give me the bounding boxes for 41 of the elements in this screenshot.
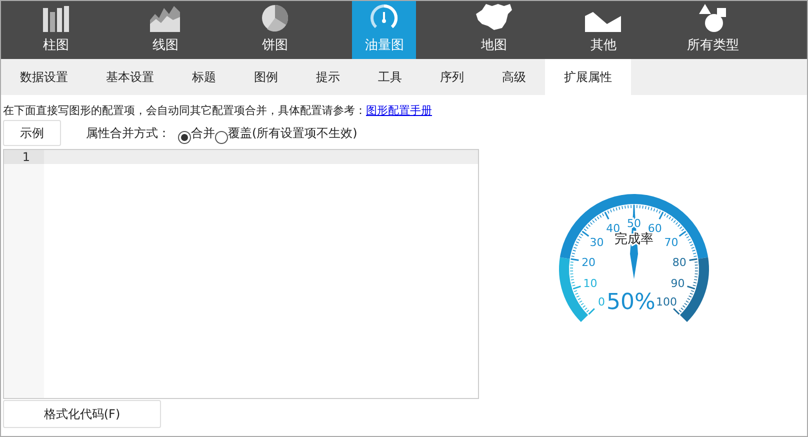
- settings-tab[interactable]: 基本设置: [87, 59, 173, 95]
- settings-tab[interactable]: 标题: [173, 59, 235, 95]
- settings-tab[interactable]: 工具: [359, 59, 421, 95]
- scale-label: 20: [582, 256, 596, 269]
- scale-label: 90: [670, 277, 685, 290]
- bar-chart-icon: [42, 6, 70, 32]
- manual-link[interactable]: 图形配置手册: [366, 104, 432, 117]
- settings-tab[interactable]: 扩展属性: [545, 59, 631, 95]
- radio-button[interactable]: [215, 130, 228, 144]
- example-button[interactable]: 示例: [3, 120, 61, 146]
- settings-tab[interactable]: 高级: [483, 59, 545, 95]
- area-chart-icon: [149, 4, 182, 32]
- chart-type-button[interactable]: 所有类型: [680, 1, 745, 59]
- code-editor[interactable]: 1: [3, 149, 479, 399]
- scale-label: 0: [598, 296, 605, 309]
- scale-label: 10: [583, 277, 598, 290]
- line-number: 1: [4, 150, 44, 164]
- settings-tab[interactable]: 数据设置: [1, 59, 87, 95]
- settings-tab[interactable]: 序列: [421, 59, 483, 95]
- radio-label[interactable]: 合并: [191, 124, 215, 142]
- chart-type-button[interactable]: 线图: [133, 1, 198, 59]
- chart-type-button[interactable]: 饼图: [242, 1, 307, 59]
- scale-label: 30: [590, 236, 604, 249]
- scale-label: 80: [672, 256, 686, 269]
- pie-chart-icon: [260, 4, 289, 32]
- shapes-icon: [698, 4, 727, 32]
- merge-mode-label: 属性合并方式：: [86, 124, 170, 142]
- chart-type-button[interactable]: 地图: [462, 1, 526, 59]
- format-code-button[interactable]: 格式化代码(F): [3, 400, 161, 428]
- gauge-value: 50%: [606, 290, 656, 315]
- radio-button[interactable]: [178, 130, 191, 144]
- mountain-shape-icon: [585, 12, 622, 32]
- settings-tab[interactable]: 提示: [297, 59, 359, 95]
- instruction-text: 在下面直接写图形的配置项，会自动同其它配置项合并，具体配置请参考：图形配置手册: [2, 103, 433, 119]
- chart-type-button[interactable]: 其他: [571, 1, 636, 59]
- radio-label[interactable]: 覆盖(所有设置项不生效): [228, 124, 358, 142]
- settings-tab[interactable]: 图例: [235, 59, 297, 95]
- map-icon: [474, 2, 514, 32]
- chart-type-button[interactable]: 柱图: [24, 1, 88, 59]
- scale-label: 100: [656, 296, 678, 309]
- scale-label: 70: [664, 236, 678, 249]
